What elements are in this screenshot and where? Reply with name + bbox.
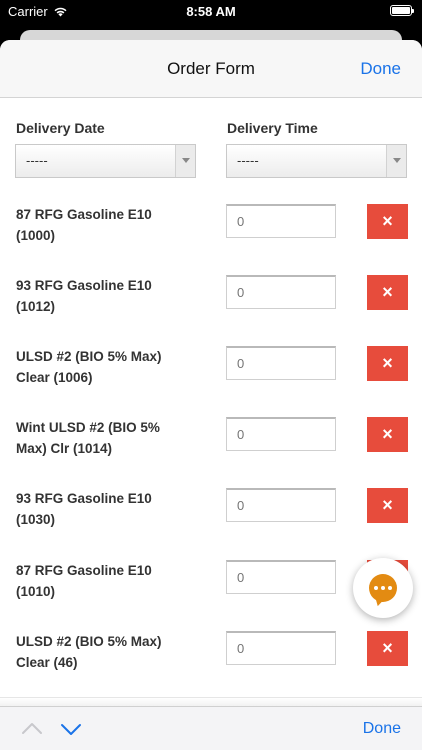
quantity-input[interactable] xyxy=(226,346,336,380)
product-name: Wint ULSD #2 (BIO 5% Max) Clr (1014) xyxy=(16,420,160,456)
close-icon: × xyxy=(382,424,393,444)
quantity-input[interactable] xyxy=(226,560,336,594)
delivery-date-select[interactable]: ----- xyxy=(15,144,196,178)
status-time: 8:58 AM xyxy=(186,4,236,19)
close-icon: × xyxy=(382,495,393,515)
product-row: ULSD #2 (BIO 5% Max) Clear (46) × xyxy=(0,631,422,702)
remove-product-button[interactable]: × xyxy=(367,631,408,666)
chevron-down-icon[interactable] xyxy=(59,719,83,739)
delivery-date-label: Delivery Date xyxy=(16,120,105,136)
product-name: ULSD #2 (BIO 5% Max) Clear (46) xyxy=(16,634,162,670)
quantity-input[interactable] xyxy=(226,631,336,665)
chat-icon xyxy=(369,574,397,602)
header-done-button[interactable]: Done xyxy=(360,59,401,79)
order-form-screen: Carrier 8:58 AM Order Form Done Delivery… xyxy=(0,0,422,750)
remove-product-button[interactable]: × xyxy=(367,417,408,452)
battery-icon xyxy=(390,5,414,16)
quantity-input[interactable] xyxy=(226,275,336,309)
remove-product-button[interactable]: × xyxy=(367,275,408,310)
product-name: 87 RFG Gasoline E10 (1010) xyxy=(16,563,152,599)
product-name: 93 RFG Gasoline E10 (1030) xyxy=(16,491,152,527)
status-bar: Carrier 8:58 AM xyxy=(0,0,422,24)
quantity-input[interactable] xyxy=(226,488,336,522)
delivery-time-select[interactable]: ----- xyxy=(226,144,407,178)
product-row: Wint ULSD #2 (BIO 5% Max) Clr (1014) × xyxy=(0,417,422,488)
chevron-up-icon[interactable] xyxy=(20,719,44,739)
quantity-input[interactable] xyxy=(226,204,336,238)
remove-product-button[interactable]: × xyxy=(367,204,408,239)
close-icon: × xyxy=(382,353,393,373)
product-name: ULSD #2 (BIO 5% Max) Clear (1006) xyxy=(16,349,162,385)
toolbar-shadow xyxy=(0,697,422,706)
close-icon: × xyxy=(382,282,393,302)
product-row: 93 RFG Gasoline E10 (1012) × xyxy=(0,275,422,346)
quantity-input[interactable] xyxy=(226,417,336,451)
product-row: 87 RFG Gasoline E10 (1000) × xyxy=(0,204,422,275)
remove-product-button[interactable]: × xyxy=(367,346,408,381)
product-name: 93 RFG Gasoline E10 (1012) xyxy=(16,278,152,314)
delivery-date-value: ----- xyxy=(26,153,48,168)
close-icon: × xyxy=(382,211,393,231)
remove-product-button[interactable]: × xyxy=(367,488,408,523)
delivery-time-value: ----- xyxy=(237,153,259,168)
product-row: 93 RFG Gasoline E10 (1030) × xyxy=(0,488,422,559)
chevron-down-icon xyxy=(175,145,195,177)
toolbar-done-button[interactable]: Done xyxy=(363,720,401,738)
sheet-header: Order Form Done xyxy=(0,40,422,98)
chevron-down-icon xyxy=(386,145,406,177)
chat-button[interactable] xyxy=(353,558,413,618)
page-title: Order Form xyxy=(167,59,255,78)
close-icon: × xyxy=(382,638,393,658)
keyboard-toolbar: Done xyxy=(0,706,422,750)
product-name: 87 RFG Gasoline E10 (1000) xyxy=(16,207,152,243)
delivery-time-label: Delivery Time xyxy=(227,120,318,136)
product-row: ULSD #2 (BIO 5% Max) Clear (1006) × xyxy=(0,346,422,417)
